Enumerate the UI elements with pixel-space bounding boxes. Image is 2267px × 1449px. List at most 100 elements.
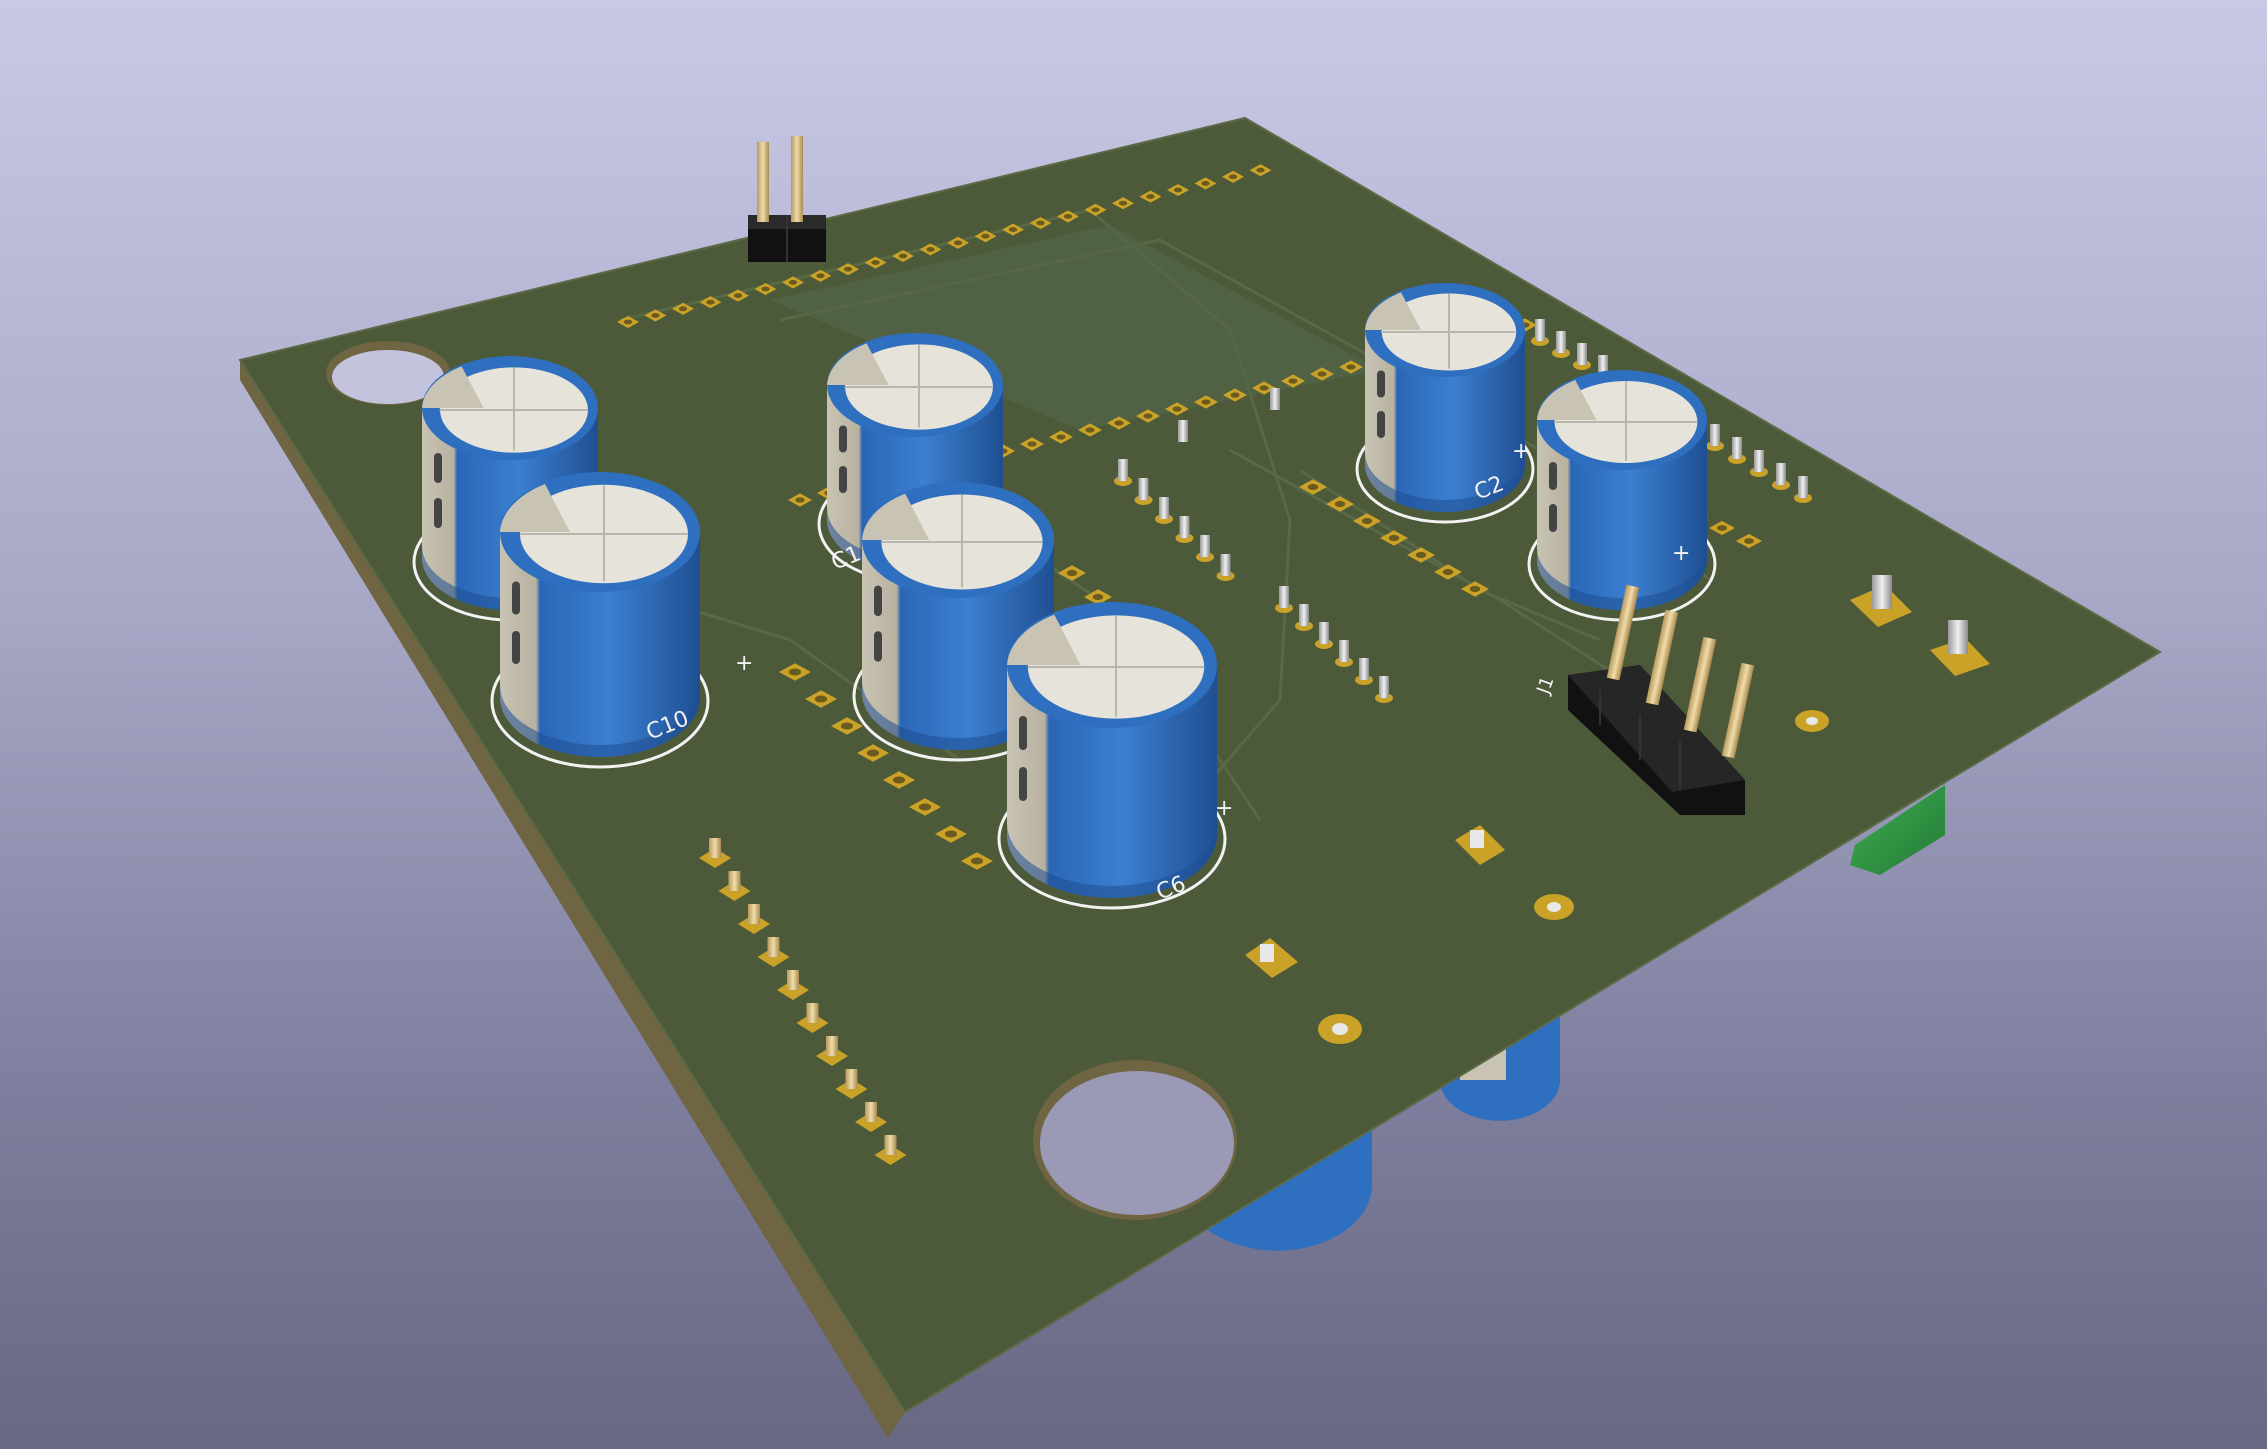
pad-hole <box>892 776 906 784</box>
pad-hole <box>1143 413 1153 419</box>
polarity-plus-mark: + <box>735 651 753 676</box>
pad-hole <box>926 246 935 252</box>
pin <box>1556 331 1566 353</box>
pad-hole <box>1172 406 1182 412</box>
pad-hole <box>733 293 743 299</box>
pin <box>826 1036 838 1056</box>
pad-hole <box>1146 194 1155 200</box>
pin <box>1798 476 1808 498</box>
pad-hole <box>1056 434 1066 440</box>
pad-hole <box>761 286 770 292</box>
pad-hole <box>1317 371 1327 377</box>
pad-hole <box>1085 427 1095 433</box>
pad-hole <box>1307 483 1319 491</box>
pad-hole <box>1388 534 1400 542</box>
pad-hole <box>1201 180 1210 186</box>
pad-hole <box>1228 174 1238 180</box>
pin <box>1118 459 1128 481</box>
pcb-3d-scene[interactable]: C1C2++C10+C6+ J1 <box>0 0 2267 1449</box>
polarity-stripe-mark <box>512 581 520 615</box>
pad-hole <box>981 233 990 239</box>
pad-hole <box>706 299 715 305</box>
pad-hole <box>898 253 908 259</box>
3d-viewer-canvas[interactable]: C1 C2 + + C10 + C6 + J1 <box>0 0 2267 1449</box>
pad-hole <box>816 273 825 279</box>
pad-hole <box>1334 500 1346 508</box>
header-jp1[interactable] <box>748 136 826 262</box>
pad-hole <box>918 803 932 811</box>
electrolytic-capacitor[interactable]: C6+ <box>997 602 1233 910</box>
pin <box>865 1102 877 1122</box>
pad-hole <box>814 695 828 703</box>
polarity-stripe-mark <box>839 466 847 493</box>
pin <box>1710 424 1720 446</box>
pad-hole <box>1717 525 1727 531</box>
pad-hole <box>1063 213 1073 219</box>
pad-hole <box>1008 227 1018 233</box>
pin <box>1379 676 1389 698</box>
pin <box>1220 554 1231 576</box>
pin <box>709 838 721 858</box>
electrolytic-capacitor[interactable]: C2+ <box>1355 283 1535 524</box>
pad-hole <box>1091 207 1100 213</box>
pad-hole <box>1259 385 1269 391</box>
polarity-stripe-mark <box>1019 716 1027 750</box>
pad-hole <box>1118 200 1128 206</box>
pad-hole <box>953 240 963 246</box>
pin <box>787 970 799 990</box>
pad-hole <box>1036 220 1045 226</box>
pin <box>884 1135 897 1155</box>
pcb-board[interactable]: C1C2++C10+C6+ J1 <box>238 116 2162 1438</box>
pin <box>1776 463 1786 485</box>
pad-hole <box>1469 585 1481 593</box>
pad-hole <box>678 306 688 312</box>
polarity-stripe-mark <box>839 425 847 453</box>
pin <box>1359 658 1369 680</box>
polarity-stripe-mark <box>512 631 520 664</box>
electrolytic-capacitor[interactable]: + <box>1527 370 1717 622</box>
polarity-stripe-mark <box>1377 370 1385 398</box>
pin <box>1577 343 1587 365</box>
pin <box>1299 604 1309 626</box>
polarity-plus-mark: + <box>1672 541 1690 566</box>
pad-hole <box>1173 187 1183 193</box>
pad-hole <box>1442 568 1454 576</box>
pin <box>806 1003 819 1023</box>
polarity-stripe-mark <box>1019 767 1027 801</box>
polarity-stripe-mark <box>1549 504 1557 532</box>
polarity-stripe-mark <box>874 585 882 616</box>
pad-hole <box>1346 364 1356 370</box>
polarity-stripe-mark <box>434 453 442 483</box>
polarity-stripe-mark <box>874 631 882 662</box>
pin <box>1270 388 1280 410</box>
pad-hole <box>788 279 798 285</box>
pad-hole <box>843 266 853 272</box>
pin <box>1535 319 1545 341</box>
pin <box>1178 420 1188 442</box>
pad-hole <box>871 260 880 266</box>
pin <box>1754 450 1764 472</box>
pin <box>1732 437 1742 459</box>
pad-hole <box>970 857 984 865</box>
pin <box>845 1069 858 1089</box>
pad-hole <box>1092 593 1104 601</box>
pin <box>767 937 780 957</box>
pad-hole <box>866 749 880 757</box>
pin <box>1138 478 1149 500</box>
pad-hole <box>1415 551 1427 559</box>
pad-hole <box>1288 378 1298 384</box>
polarity-stripe-mark <box>1377 411 1385 438</box>
polarity-stripe-mark <box>434 498 442 528</box>
pin <box>1200 535 1210 557</box>
pad-hole <box>1230 392 1240 398</box>
pin <box>1319 622 1329 644</box>
pad-hole <box>1114 420 1124 426</box>
pad-hole <box>840 722 854 730</box>
pin <box>1279 586 1289 608</box>
pad-hole <box>1744 538 1754 544</box>
pad-hole <box>788 668 802 676</box>
pad-hole <box>795 497 805 503</box>
pin <box>1159 497 1169 519</box>
pad-hole <box>1256 167 1265 173</box>
pin <box>1339 640 1349 662</box>
